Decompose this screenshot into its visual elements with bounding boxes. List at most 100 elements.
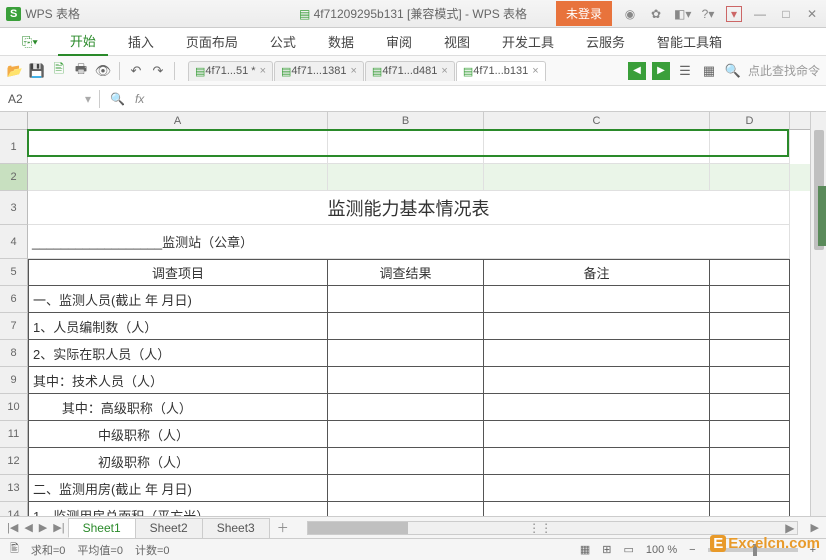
cell[interactable] <box>710 475 790 502</box>
cell[interactable] <box>328 421 484 448</box>
cell[interactable]: 中级职称（人） <box>28 421 328 448</box>
row-7[interactable]: 71、人员编制数（人） <box>0 313 810 340</box>
sheet-first-button[interactable]: |◀ <box>4 521 21 534</box>
cell[interactable] <box>328 475 484 502</box>
vertical-scrollbar[interactable] <box>810 112 826 516</box>
close-tab-icon[interactable]: × <box>260 65 266 77</box>
export-icon[interactable]: 🖹 <box>50 62 68 80</box>
cell[interactable]: 其中：技术人员（人） <box>28 367 328 394</box>
row-header[interactable]: 9 <box>0 367 28 394</box>
row-header[interactable]: 10 <box>0 394 28 421</box>
sheet-prev-button[interactable]: ◀ <box>21 521 35 534</box>
doc-tab[interactable]: ▤ 4f71...d481× <box>365 61 455 81</box>
cell[interactable] <box>710 448 790 475</box>
cell[interactable] <box>484 164 710 191</box>
menu-开始[interactable]: 开始 <box>58 27 108 56</box>
row-6[interactable]: 6一、监测人员(截止 年 月日) <box>0 286 810 313</box>
cell[interactable] <box>484 448 710 475</box>
preview-icon[interactable]: 👁 <box>94 62 112 80</box>
cell[interactable]: __________________监测站（公章） <box>28 225 790 259</box>
cell[interactable]: 1、人员编制数（人） <box>28 313 328 340</box>
cell[interactable]: 调查项目 <box>28 259 328 286</box>
cell[interactable] <box>328 502 484 516</box>
cell[interactable]: 1、监测用房总面积（平方米） <box>28 502 328 516</box>
fx-label[interactable]: fx <box>135 92 144 106</box>
sheet-tab-Sheet3[interactable]: Sheet3 <box>202 518 270 538</box>
sheet-last-button[interactable]: ▶| <box>50 521 67 534</box>
cell[interactable] <box>28 130 328 164</box>
name-box[interactable]: A2▾ <box>0 90 100 108</box>
row-1[interactable]: 1 <box>0 130 810 164</box>
row-3[interactable]: 3监测能力基本情况表 <box>0 191 810 225</box>
sheet-scroll-right[interactable]: ▶ <box>808 521 822 534</box>
cell[interactable] <box>328 286 484 313</box>
row-14[interactable]: 141、监测用房总面积（平方米） <box>0 502 810 516</box>
col-header-D[interactable]: D <box>710 112 790 129</box>
close-tab-icon[interactable]: × <box>441 65 447 77</box>
cell[interactable] <box>710 313 790 340</box>
cell[interactable]: 2、实际在职人员（人） <box>28 340 328 367</box>
view-reading-icon[interactable]: ▭ <box>624 543 634 556</box>
col-header-C[interactable]: C <box>484 112 710 129</box>
doc-tab[interactable]: ▤ 4f71...1381× <box>274 61 364 81</box>
cell[interactable] <box>710 502 790 516</box>
row-10[interactable]: 10 其中：高级职称（人） <box>0 394 810 421</box>
col-header-B[interactable]: B <box>328 112 484 129</box>
cell[interactable] <box>710 394 790 421</box>
cell[interactable] <box>484 130 710 164</box>
skin-icon[interactable]: ◧▾ <box>674 7 690 21</box>
menu-数据[interactable]: 数据 <box>316 28 366 55</box>
doc-map-icon[interactable]: 🖺 <box>10 540 19 559</box>
row-4[interactable]: 4__________________监测站（公章） <box>0 225 810 259</box>
view-normal-icon[interactable]: ▦ <box>580 543 590 556</box>
cell[interactable] <box>710 164 790 191</box>
cell[interactable] <box>484 286 710 313</box>
sheet-tab-Sheet2[interactable]: Sheet2 <box>135 518 203 538</box>
redo-icon[interactable]: ↷ <box>149 62 167 80</box>
row-header[interactable]: 1 <box>0 130 28 164</box>
row-header[interactable]: 8 <box>0 340 28 367</box>
row-13[interactable]: 13二、监测用房(截止 年 月日) <box>0 475 810 502</box>
login-button[interactable]: 未登录 <box>556 1 612 26</box>
row-header[interactable]: 11 <box>0 421 28 448</box>
sheet-tab-Sheet1[interactable]: Sheet1 <box>68 518 136 538</box>
cell[interactable] <box>28 164 328 191</box>
cell[interactable]: 其中：高级职称（人） <box>28 394 328 421</box>
feedback-icon[interactable]: ▾ <box>726 6 742 22</box>
tab-next-button[interactable]: ▶ <box>652 62 670 80</box>
cell[interactable]: 一、监测人员(截止 年 月日) <box>28 286 328 313</box>
row-header[interactable]: 14 <box>0 502 28 516</box>
cell[interactable] <box>328 164 484 191</box>
minimize-button[interactable]: — <box>752 7 768 21</box>
row-header[interactable]: 6 <box>0 286 28 313</box>
menu-智能工具箱[interactable]: 智能工具箱 <box>645 28 734 55</box>
menu-云服务[interactable]: 云服务 <box>574 28 637 55</box>
view-page-icon[interactable]: ⊞ <box>602 543 611 556</box>
row-11[interactable]: 11 中级职称（人） <box>0 421 810 448</box>
cell[interactable]: 备注 <box>484 259 710 286</box>
row-header[interactable]: 7 <box>0 313 28 340</box>
horizontal-scrollbar[interactable]: ◀ ▶ ⋮⋮ <box>307 521 798 535</box>
close-tab-icon[interactable]: × <box>532 65 538 77</box>
cell[interactable]: 二、监测用房(截止 年 月日) <box>28 475 328 502</box>
row-8[interactable]: 82、实际在职人员（人） <box>0 340 810 367</box>
row-9[interactable]: 9其中：技术人员（人） <box>0 367 810 394</box>
cell[interactable] <box>710 340 790 367</box>
row-header[interactable]: 13 <box>0 475 28 502</box>
side-panel-handle[interactable] <box>818 186 826 246</box>
logo-icon[interactable]: ⎘▾ <box>10 30 50 54</box>
find-icon[interactable]: 🔍 <box>110 92 125 106</box>
cell[interactable] <box>328 340 484 367</box>
menu-审阅[interactable]: 审阅 <box>374 28 424 55</box>
cell[interactable]: 监测能力基本情况表 <box>28 191 790 225</box>
maximize-button[interactable]: □ <box>778 7 794 21</box>
doc-tab[interactable]: ▤ 4f71...51 *× <box>188 61 273 81</box>
close-tab-icon[interactable]: × <box>350 65 356 77</box>
open-icon[interactable]: 📂 <box>6 62 24 80</box>
menu-视图[interactable]: 视图 <box>432 28 482 55</box>
cell[interactable] <box>328 367 484 394</box>
tab-prev-button[interactable]: ◀ <box>628 62 646 80</box>
cell[interactable] <box>484 394 710 421</box>
add-sheet-button[interactable]: ＋ <box>269 519 297 536</box>
row-5[interactable]: 5调查项目调查结果备注 <box>0 259 810 286</box>
